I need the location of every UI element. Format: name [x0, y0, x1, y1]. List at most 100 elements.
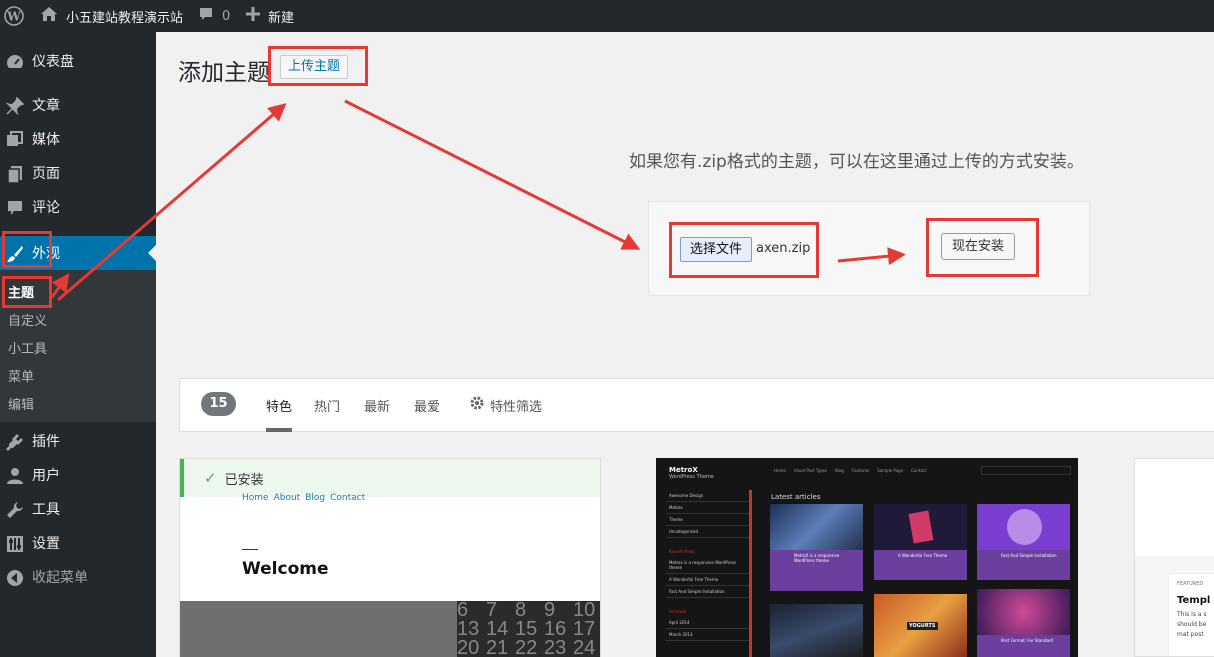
metrox-tile-title: Post Format: For Standard: [1001, 638, 1054, 643]
wordpress-logo-icon[interactable]: W: [4, 0, 24, 32]
page-icon: [6, 165, 22, 184]
preview-divider: [242, 549, 258, 550]
featured-label: FEATURED: [1177, 581, 1204, 587]
metrox-tile-title: YOGURTS: [907, 622, 938, 630]
metrox-nav-item: Features: [851, 468, 870, 473]
feature-filter-label: 特性筛选: [490, 399, 543, 415]
install-now-button[interactable]: 现在安装: [941, 233, 1015, 260]
feature-filter-button[interactable]: 特性筛选: [469, 395, 542, 415]
metrox-tile: Post Format: For Standard: [977, 589, 1070, 657]
theme-filter-bar: 15 特色 热门 最新 最爱 特性筛选: [179, 378, 1214, 432]
comment-icon: [6, 199, 22, 215]
dashboard-icon: [6, 53, 23, 69]
sidebar-item-label: 页面: [32, 166, 60, 182]
admin-sidebar: 仪表盘 文章 媒体 页面 评论 外观 插件 用户 工具 设置 收起菜单 主题 自…: [0, 32, 156, 657]
sidebar-item-dashboard[interactable]: 仪表盘: [0, 44, 156, 78]
metrox-sidebar-link: A Wonderful Free Theme: [666, 574, 749, 586]
calendar-number: 21: [486, 637, 509, 657]
metrox-tile: YOGURTS: [874, 594, 967, 657]
plus-icon: [246, 7, 260, 25]
preview-nav-item: Contact: [330, 493, 366, 503]
sidebar-item-label: 仪表盘: [32, 54, 74, 70]
sidebar-item-tools[interactable]: 工具: [0, 492, 156, 526]
sidebar-item-posts[interactable]: 文章: [0, 88, 156, 122]
collapse-menu-button[interactable]: 收起菜单: [0, 560, 156, 594]
svg-text:W: W: [6, 10, 21, 24]
theme-card-metrox[interactable]: MetroX WordPress Theme Home Usual Post T…: [656, 458, 1078, 657]
sidebar-item-label: 文章: [32, 98, 60, 114]
metrox-nav-item: Sample Page: [877, 468, 904, 473]
site-name-label: 小五建站教程演示站: [66, 10, 184, 26]
sidebar-item-pages[interactable]: 页面: [0, 156, 156, 190]
metrox-sidebar-link: April 2014: [666, 617, 749, 629]
preview-welcome-heading: Welcome: [242, 559, 329, 579]
wrench-icon: [6, 501, 23, 518]
sidebar-item-plugins[interactable]: 插件: [0, 424, 156, 458]
metrox-tile: A Wonderful Free Theme: [874, 504, 967, 580]
new-content-link[interactable]: 新建: [246, 0, 294, 32]
sidebar-item-settings[interactable]: 设置: [0, 526, 156, 560]
sidebar-item-label: 外观: [32, 246, 60, 262]
active-tab-underline: [266, 428, 292, 432]
metrox-sidebar: Awesome Design Metrox Theme Uncategorize…: [666, 490, 752, 657]
preview-nav-item: Blog: [305, 493, 326, 503]
upload-help-text: 如果您有.zip格式的主题，可以在这里通过上传的方式安装。: [629, 152, 1084, 172]
metrox-sidebar-link: Metrox is a responsive WordPress theme: [666, 557, 749, 574]
installed-label: 已安装: [224, 472, 264, 488]
site-name-link[interactable]: 小五建站教程演示站: [40, 0, 183, 32]
sidebar-item-label: 评论: [32, 200, 60, 216]
pin-icon: [5, 96, 25, 116]
tab-popular[interactable]: 热门: [314, 396, 340, 415]
preview-header-box: [1135, 459, 1214, 556]
choose-file-button[interactable]: 选择文件: [680, 237, 752, 262]
metrox-sidebar-link: Theme: [666, 514, 749, 526]
tab-latest[interactable]: 最新: [364, 396, 390, 415]
theme-card-installed[interactable]: ✓ 已安装 Home About Blog Contact Welcome 67…: [179, 458, 601, 657]
user-icon: [6, 467, 23, 484]
submenu-item-menus[interactable]: 菜单: [8, 366, 34, 385]
checkmark-icon: ✓: [204, 469, 217, 487]
plugin-icon: [6, 433, 23, 451]
home-icon: [40, 6, 58, 26]
tab-featured[interactable]: 特色: [266, 396, 292, 415]
submenu-item-customize[interactable]: 自定义: [8, 310, 47, 329]
arrow-to-file: [344, 99, 641, 250]
submenu-item-themes[interactable]: 主题: [8, 282, 34, 301]
admin-bar: W 小五建站教程演示站 0 新建: [0, 0, 1214, 32]
settings-icon: [6, 535, 23, 552]
metrox-sidebar-link: Awesome Design: [666, 490, 749, 502]
sidebar-item-media[interactable]: 媒体: [0, 122, 156, 156]
theme-card-partial[interactable]: FEATURED Templ This is a s should be mat…: [1134, 458, 1214, 657]
metrox-topnav: Home Usual Post Types Blog Features Samp…: [774, 468, 927, 473]
metrox-tile: MetroX is a responsive WordPress theme: [770, 504, 863, 591]
preview-calendar: 678910131415161720212223242728: [457, 601, 600, 657]
brush-icon: [6, 245, 23, 262]
submenu-item-editor[interactable]: 编辑: [8, 394, 34, 413]
comments-count: 0: [222, 8, 231, 24]
comments-link[interactable]: 0: [198, 0, 230, 32]
sidebar-item-comments[interactable]: 评论: [0, 190, 156, 224]
metrox-tile-title: A Wonderful Free Theme: [898, 553, 948, 558]
preview-nav-item: Home: [242, 493, 269, 503]
sidebar-item-label: 设置: [32, 536, 60, 552]
metrox-sidebar-heading: Recent Posts: [669, 549, 695, 554]
collapse-icon: [6, 569, 23, 586]
theme-count-badge: 15: [201, 392, 236, 416]
media-icon: [6, 131, 23, 147]
metrox-search-box: [981, 466, 1071, 475]
preview-title: Templ: [1177, 595, 1211, 606]
metrox-sidebar-link: March 2014: [666, 629, 749, 641]
sidebar-item-users[interactable]: 用户: [0, 458, 156, 492]
upload-theme-button[interactable]: 上传主题: [280, 55, 348, 79]
metrox-nav-item: Home: [774, 468, 786, 473]
preview-nav-item: About: [273, 493, 301, 503]
metrox-nav-item: Usual Post Types: [793, 468, 828, 473]
tab-favorites[interactable]: 最爱: [414, 396, 440, 415]
sidebar-item-label: 媒体: [32, 132, 60, 148]
sidebar-item-appearance[interactable]: 外观: [0, 236, 156, 270]
metrox-sidebar-link: Uncategorized: [666, 526, 749, 538]
submenu-item-widgets[interactable]: 小工具: [8, 338, 47, 357]
metrox-tile: [770, 604, 863, 657]
metrox-tile: Fast And Simple Installation: [977, 504, 1070, 580]
upload-form: 选择文件 axen.zip 现在安装: [648, 201, 1090, 296]
